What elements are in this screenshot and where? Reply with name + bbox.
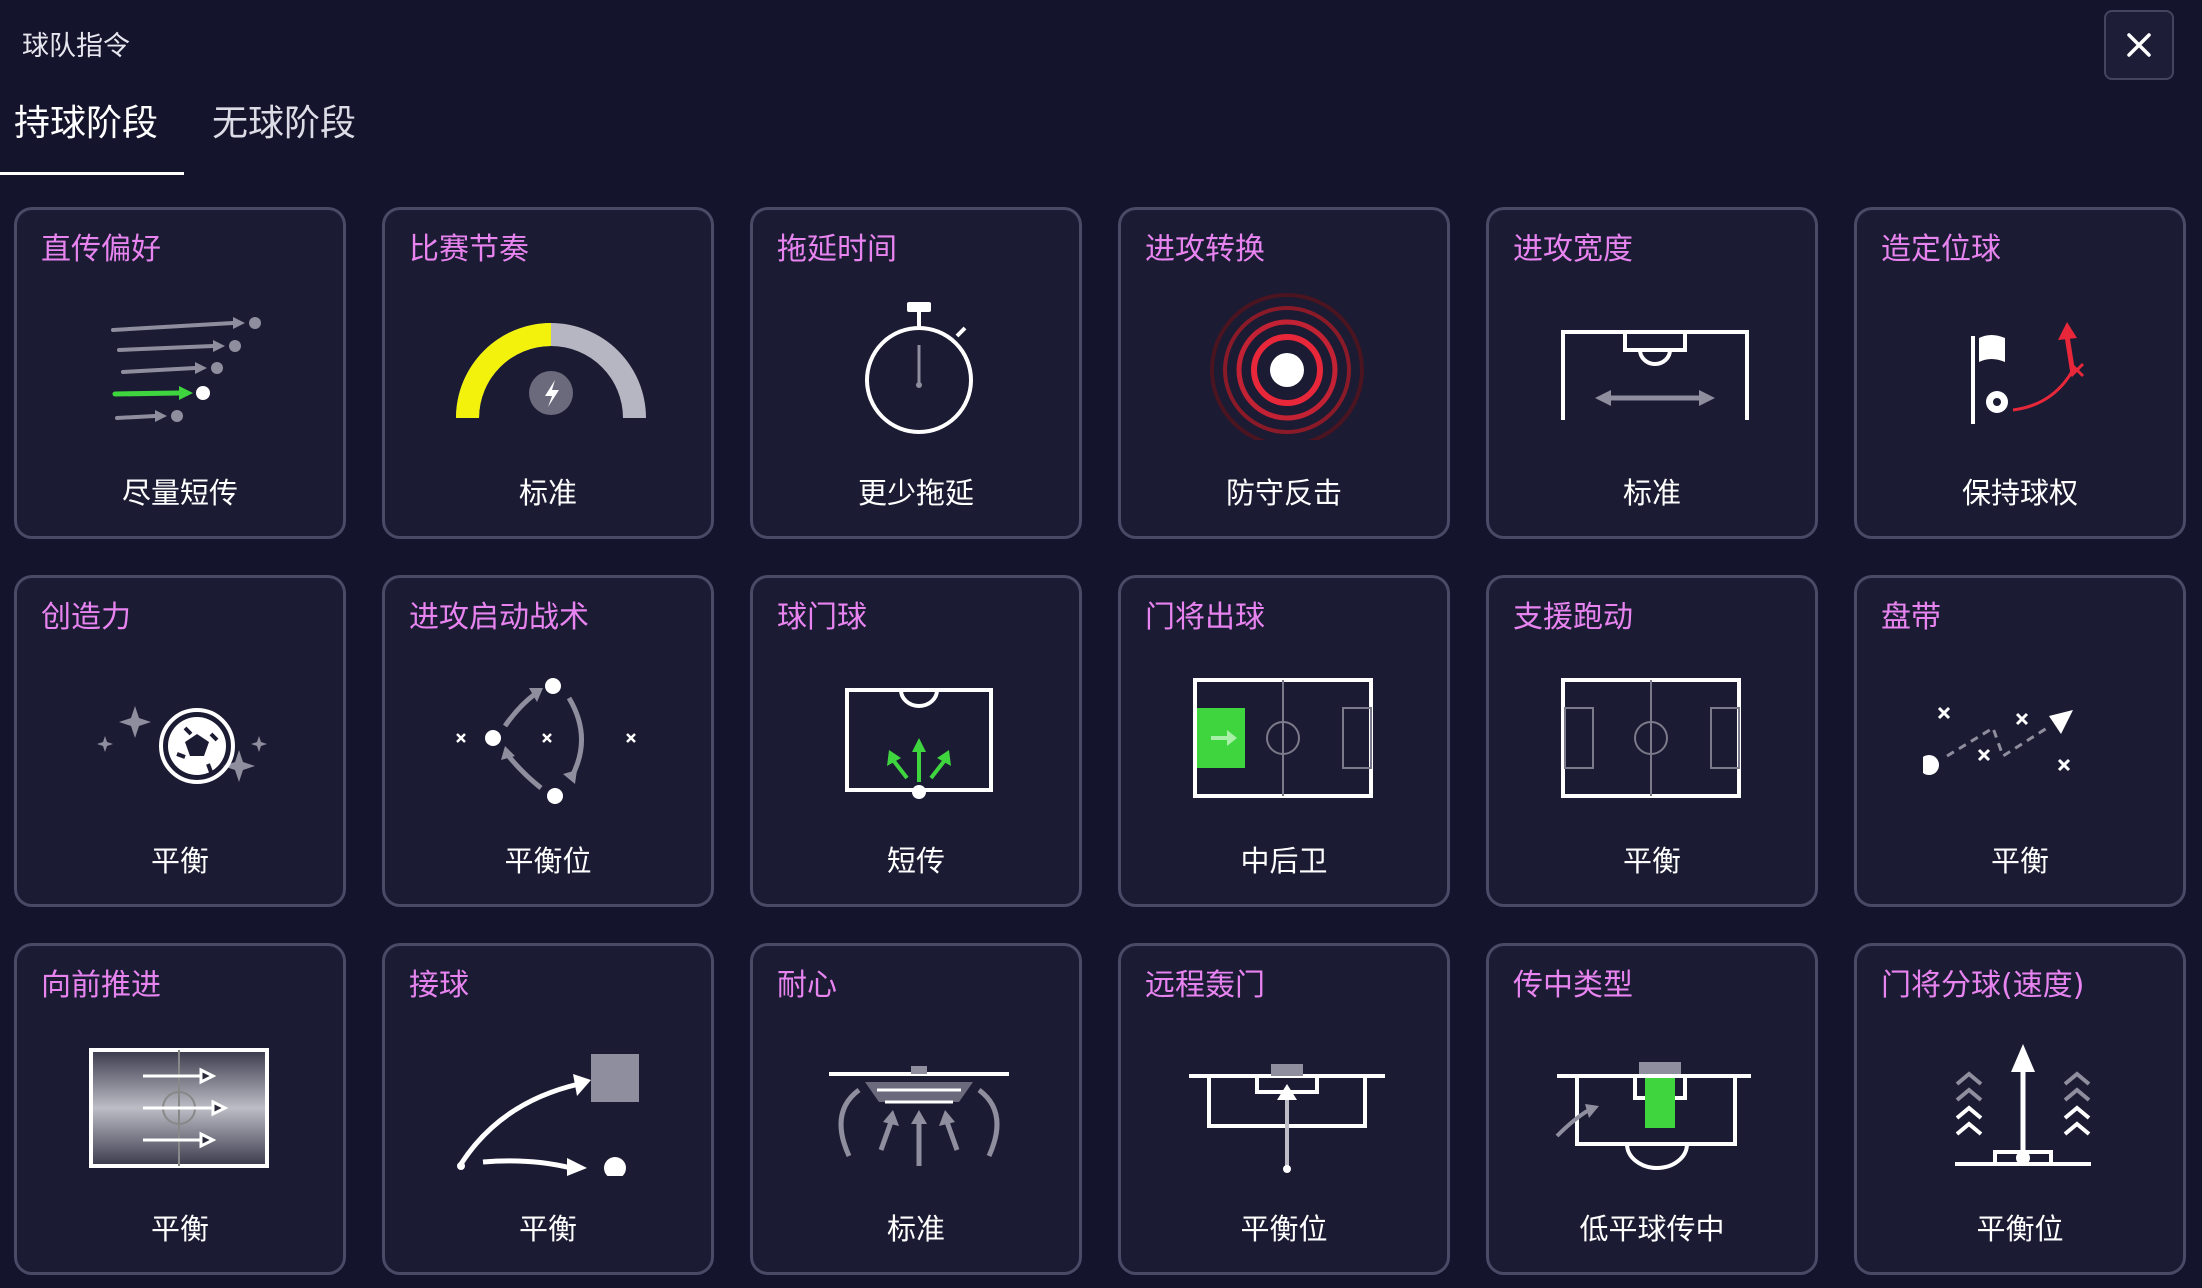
crossing-icon [1555,1062,1751,1170]
target-icon [1210,293,1364,440]
card-value: 平衡 [150,1212,209,1246]
card-set-pieces[interactable]: 造定位球 保持球权 [1854,207,2186,539]
card-title: 比赛节奏 [409,232,529,267]
card-value: 中后卫 [1240,844,1328,878]
card-value: 平衡位 [504,844,592,878]
card-title: 耐心 [777,968,837,1003]
card-tempo[interactable]: 比赛节奏 标准 [382,207,714,539]
card-attacking-width[interactable]: 进攻宽度 标准 [1486,207,1818,539]
card-support-runs[interactable]: 支援跑动 平衡 [1486,575,1818,907]
card-title: 门将分球(速度) [1881,968,2085,1003]
card-goalkeeper-distribution[interactable]: 门将出球 中后卫 [1118,575,1450,907]
width-pitch-icon [1561,330,1749,420]
card-title: 盘带 [1881,600,1941,635]
card-progress-forward[interactable]: 向前推进 平衡 [14,943,346,1275]
keeper-speed-icon [1955,1044,2091,1166]
card-value: 短传 [886,844,945,878]
card-long-shots[interactable]: 远程轰门 平衡位 [1118,943,1450,1275]
card-goal-kicks[interactable]: 球门球 短传 [750,575,1082,907]
dribbling-icon [1923,706,2073,775]
card-title: 创造力 [41,600,131,635]
card-value: 保持球权 [1961,476,2078,510]
card-goalkeeper-speed[interactable]: 门将分球(速度) 平衡位 [1854,943,2186,1275]
goal-kick-icon [845,688,993,799]
card-value: 平衡 [1622,844,1681,878]
support-runs-icon [1561,678,1741,798]
card-crossing[interactable]: 传中类型 低平球传中 [1486,943,1818,1275]
card-dribbling[interactable]: 盘带 平衡 [1854,575,2186,907]
creativity-ball-icon [97,706,267,784]
card-value: 标准 [886,1212,945,1246]
set-piece-flag-icon [1971,322,2085,424]
progress-forward-icon [89,1048,269,1168]
card-value: 平衡位 [1976,1212,2064,1246]
card-value: 标准 [1622,476,1681,510]
card-title: 进攻宽度 [1513,232,1633,267]
card-build-up-passing[interactable]: 直传偏好 尽量短传 [14,207,346,539]
card-title: 接球 [409,968,469,1003]
passing-icon [111,317,261,422]
card-value: 防守反击 [1225,476,1342,510]
card-value: 平衡 [150,844,209,878]
card-value: 尽量短传 [121,476,238,510]
card-value: 标准 [518,476,577,510]
card-build-up-play[interactable]: 进攻启动战术 平衡位 [382,575,714,907]
keeper-distribution-icon [1193,678,1373,798]
card-title: 传中类型 [1513,968,1633,1003]
card-title: 支援跑动 [1513,600,1633,635]
stopwatch-icon [865,302,973,434]
card-title: 直传偏好 [41,232,161,267]
patience-icon [829,1066,1009,1166]
card-title: 门将出球 [1145,600,1265,635]
card-patience[interactable]: 耐心 标准 [750,943,1082,1275]
card-value: 更少拖延 [857,476,974,510]
instruction-grid: 直传偏好 尽量短传 比赛节奏 标准 拖延时间 更少拖延 进攻转换 防守反击 进攻… [0,0,2202,1288]
card-time-wasting[interactable]: 拖延时间 更少拖延 [750,207,1082,539]
card-receiving[interactable]: 接球 平衡 [382,943,714,1275]
card-title: 造定位球 [1881,232,2001,267]
tempo-gauge-icon [456,323,646,418]
card-value: 平衡 [1990,844,2049,878]
card-title: 拖延时间 [777,232,897,267]
card-value: 低平球传中 [1579,1212,1725,1246]
card-title: 进攻转换 [1145,232,1265,267]
build-up-icon [456,678,636,804]
card-title: 球门球 [777,600,867,635]
card-title: 进攻启动战术 [409,600,589,635]
card-attacking-transition[interactable]: 进攻转换 防守反击 [1118,207,1450,539]
card-creativity[interactable]: 创造力 平衡 [14,575,346,907]
card-value: 平衡位 [1240,1212,1328,1246]
long-shot-icon [1189,1064,1385,1173]
card-value: 平衡 [518,1212,577,1246]
receiving-icon [457,1054,639,1176]
card-title: 远程轰门 [1145,968,1265,1003]
card-title: 向前推进 [41,968,161,1003]
